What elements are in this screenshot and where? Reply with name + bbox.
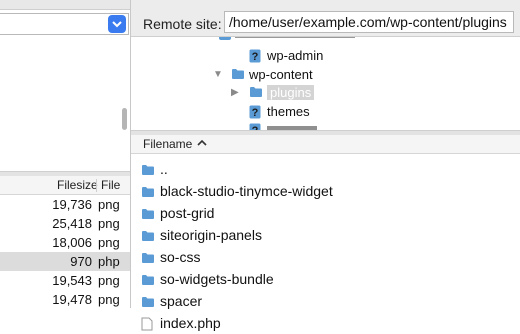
- tree-node-label: wp-content: [249, 67, 313, 82]
- folder-icon: [142, 187, 154, 197]
- file-name: post-grid: [160, 205, 215, 221]
- local-file-row[interactable]: 18,006 png: [0, 233, 130, 252]
- remote-folder-row[interactable]: siteorigin-panels: [131, 224, 520, 246]
- tree-node-themes[interactable]: ? themes: [247, 103, 447, 121]
- folder-icon: [142, 253, 154, 263]
- column-filename[interactable]: Filename: [143, 137, 192, 151]
- remote-path-input[interactable]: /home/user/example.com/wp-content/plugin…: [224, 11, 514, 33]
- tree-node-plugins[interactable]: ▶ plugins: [231, 84, 447, 102]
- remote-folder-row[interactable]: black-studio-tinymce-widget: [131, 180, 520, 202]
- folder-icon: [232, 69, 244, 79]
- file-size: 18,006: [52, 235, 92, 250]
- question-folder-icon: ?: [249, 49, 261, 63]
- column-filetype[interactable]: File: [101, 178, 120, 192]
- file-name: spacer: [160, 293, 203, 309]
- remote-path-value: /home/user/example.com/wp-content/plugin…: [229, 14, 507, 30]
- column-filesize[interactable]: Filesize: [57, 178, 98, 192]
- remote-file-list-header: Filename: [131, 135, 520, 154]
- file-type: png: [98, 273, 120, 288]
- file-type: php: [98, 254, 120, 269]
- remote-site-label: Remote site:: [143, 16, 222, 32]
- question-folder-icon: ?: [249, 105, 261, 119]
- file-size: 25,418: [52, 216, 92, 231]
- local-file-list-header: Filesize File: [0, 176, 130, 195]
- local-directory-tree[interactable]: [0, 36, 130, 171]
- tree-node-clipped: ?: [247, 122, 327, 130]
- local-toolbar-edge: [0, 0, 130, 10]
- local-tree-scrollbar[interactable]: [122, 108, 127, 130]
- file-size: 19,478: [52, 292, 92, 307]
- remote-folder-row[interactable]: so-css: [131, 246, 520, 268]
- folder-icon: [142, 165, 154, 175]
- folder-icon: [142, 231, 154, 241]
- local-file-row[interactable]: 19,736 png: [0, 195, 130, 214]
- tree-node-wp-content[interactable]: ▼ wp-content: [213, 66, 429, 84]
- svg-text:?: ?: [252, 107, 259, 119]
- remote-folder-row[interactable]: spacer: [131, 290, 520, 312]
- remote-folder-row[interactable]: post-grid: [131, 202, 520, 224]
- file-name: ..: [160, 161, 168, 177]
- folder-icon: [250, 87, 262, 97]
- file-name: so-css: [160, 249, 201, 265]
- local-path-dropdown-button[interactable]: [108, 15, 126, 33]
- tree-node-wp-admin[interactable]: ? wp-admin: [247, 47, 447, 65]
- file-size: 970: [70, 254, 92, 269]
- expanded-arrow-icon[interactable]: ▼: [213, 69, 223, 80]
- local-file-row[interactable]: 970 php: [0, 252, 130, 271]
- remote-site-bar: Remote site: /home/user/example.com/wp-c…: [131, 0, 520, 37]
- file-name: index.php: [160, 315, 221, 331]
- remote-folder-row[interactable]: so-widgets-bundle: [131, 268, 520, 290]
- file-type: png: [98, 197, 120, 212]
- tree-node-label: themes: [267, 104, 310, 119]
- folder-icon: [142, 209, 154, 219]
- remote-directory-tree[interactable]: ? wp-admin ▼ wp-content ▶ plugins? themes?: [131, 37, 520, 130]
- sort-ascending-icon[interactable]: [197, 139, 207, 146]
- folder-icon: [142, 297, 154, 307]
- file-name: siteorigin-panels: [160, 227, 262, 243]
- tree-node-label: wp-admin: [267, 48, 324, 63]
- remote-folder-row[interactable]: ..: [131, 158, 520, 180]
- tree-node-clipped: [219, 37, 369, 41]
- collapsed-arrow-icon[interactable]: ▶: [231, 87, 239, 98]
- question-folder-icon: ?: [249, 123, 261, 130]
- folder-icon: [142, 275, 154, 285]
- local-file-row[interactable]: 25,418 png: [0, 214, 130, 233]
- local-file-row[interactable]: 19,478 png: [0, 290, 130, 309]
- tree-node-label: plugins: [267, 85, 315, 100]
- local-path-combobox[interactable]: [0, 13, 129, 35]
- file-name: black-studio-tinymce-widget: [160, 183, 333, 199]
- file-icon: [141, 317, 153, 331]
- file-size: 19,543: [52, 273, 92, 288]
- file-name: so-widgets-bundle: [160, 271, 274, 287]
- chevron-down-icon: [112, 21, 122, 28]
- file-size: 19,736: [52, 197, 92, 212]
- local-file-row[interactable]: 19,543 png: [0, 271, 130, 290]
- svg-text:?: ?: [252, 51, 259, 63]
- remote-file-row[interactable]: index.php: [131, 312, 520, 334]
- file-type: png: [98, 235, 120, 250]
- file-type: png: [98, 216, 120, 231]
- file-type: png: [98, 292, 120, 307]
